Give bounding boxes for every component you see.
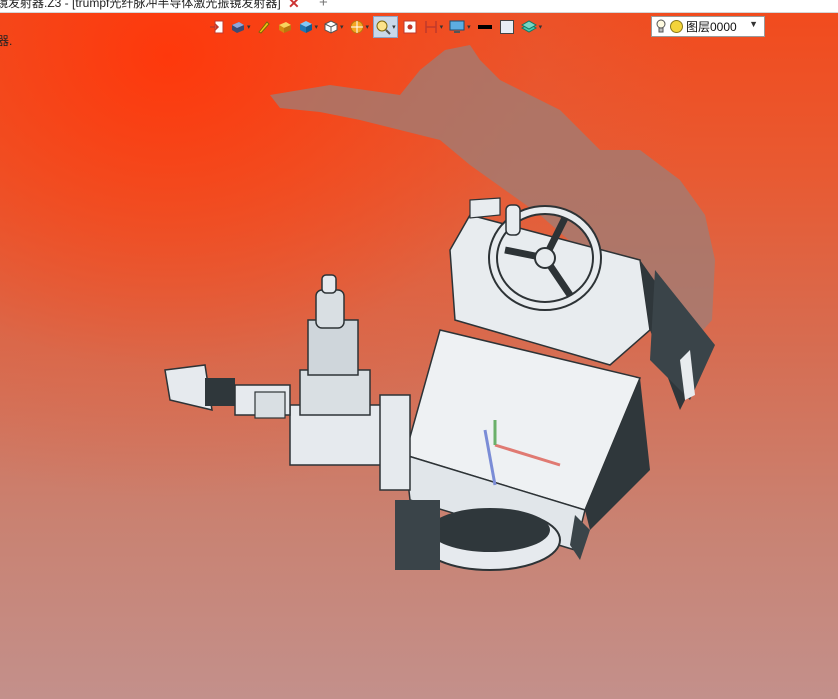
- layer-icon: [520, 20, 537, 33]
- sketch-pen-button[interactable]: [255, 17, 273, 37]
- snap-button[interactable]: [401, 17, 419, 37]
- wire-cube-icon: [324, 20, 338, 34]
- galvo-housing: [395, 329, 650, 571]
- line-color-button[interactable]: [475, 17, 495, 37]
- section-button[interactable]: ▾: [348, 17, 371, 37]
- laser-head-column: [289, 274, 411, 491]
- line-color-icon: [477, 25, 492, 29]
- fill-color-icon: [499, 20, 514, 34]
- shape-box-button[interactable]: [276, 17, 294, 37]
- lightbulb-icon[interactable]: [656, 19, 666, 34]
- fill-color-button[interactable]: [498, 17, 516, 37]
- dimension-icon: [424, 21, 437, 33]
- exit-sketch-icon: [210, 20, 224, 34]
- toolbar: ▾ ▾ ▾ ▾ ▾ ▾ ▾ ▾: [208, 16, 543, 38]
- layer-status-icon: [670, 20, 683, 33]
- section-icon: [350, 20, 364, 34]
- box-yellow-icon: [278, 22, 291, 33]
- display-settings-button[interactable]: ▾: [447, 17, 472, 37]
- zoom-button[interactable]: ▾: [373, 16, 398, 38]
- layer-selector[interactable]: 图层0000 ▼: [651, 16, 765, 37]
- zoom-icon: [376, 20, 391, 35]
- layer-name: 图层0000: [686, 20, 737, 34]
- view-style-icon: [232, 22, 244, 33]
- chevron-down-icon[interactable]: ▼: [749, 19, 758, 29]
- render-mode-button[interactable]: ▾: [297, 17, 320, 37]
- dimension-button[interactable]: ▾: [422, 17, 445, 37]
- shaded-cube-icon: [299, 21, 312, 33]
- cad-model[interactable]: [0, 0, 838, 699]
- display-icon: [449, 20, 465, 33]
- layer-manager-button[interactable]: ▾: [519, 17, 544, 37]
- wireframe-button[interactable]: ▾: [322, 17, 345, 37]
- exit-sketch-button[interactable]: [208, 17, 226, 37]
- collimator: [164, 364, 291, 419]
- view-style-button[interactable]: ▾: [229, 17, 252, 37]
- snap-icon: [403, 20, 417, 34]
- pen-icon: [257, 21, 270, 34]
